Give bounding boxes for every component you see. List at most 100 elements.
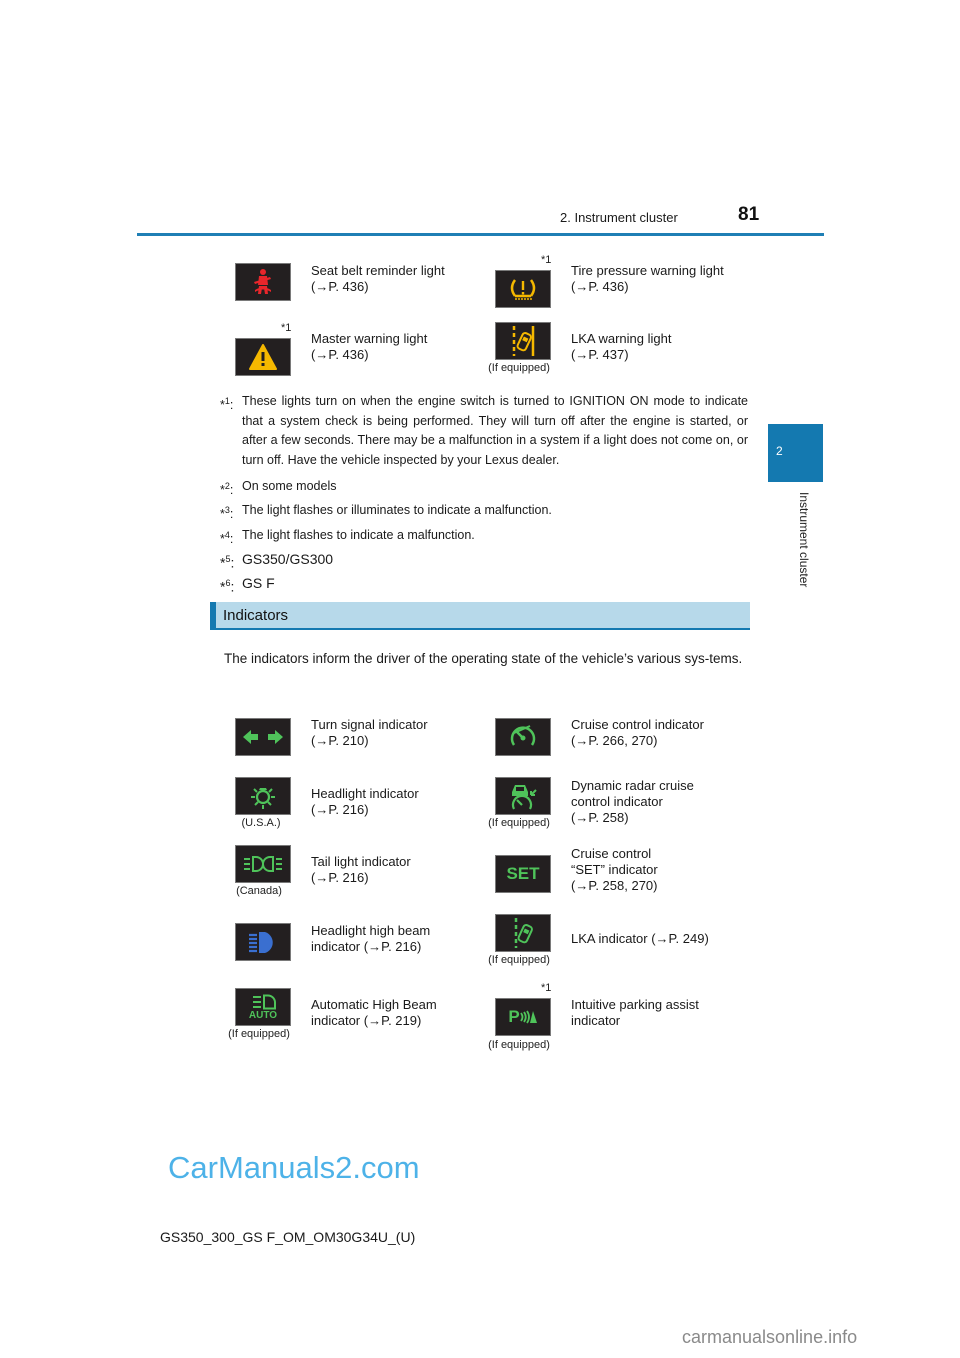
seat-belt-light-ref-link[interactable]: (→P. 436)	[311, 279, 445, 295]
auto-high-beam-caption: (If equipped)	[228, 1028, 290, 1040]
auto-high-beam-icon: AUTO	[235, 988, 291, 1026]
seat-belt-icon	[235, 263, 291, 301]
parking-assist-icon-text: P	[508, 1007, 520, 1026]
auto-high-beam-label-line-1: Automatic High Beam	[311, 997, 437, 1012]
footnote-marker: *1	[281, 322, 291, 334]
footnote-2-text: On some models	[242, 479, 337, 493]
tail-light-label: Tail light indicator	[311, 854, 411, 869]
parking-assist-label-line-1: Intuitive parking assist	[571, 997, 699, 1012]
cruise-control-label: Cruise control indicator	[571, 717, 704, 732]
tail-light-icon	[235, 845, 291, 883]
cruise-set-icon: SET	[495, 855, 551, 893]
headlight-label: Headlight indicator	[311, 786, 419, 801]
footnote-1-text: These lights turn on when the engine swi…	[242, 394, 748, 467]
footnote-6-text: GS F	[242, 575, 275, 592]
master-warning-light-desc: Master warning light (→P. 436)	[311, 331, 427, 363]
footnote-marker-text: *1	[281, 322, 292, 334]
auto-high-beam-icon-text: AUTO	[248, 1009, 278, 1021]
tire-pressure-light-label: Tire pressure warning light	[571, 263, 724, 278]
footnote-marker-text: *1	[541, 982, 552, 994]
lka-warning-light-ref-link[interactable]: (→P. 437)	[571, 347, 671, 363]
cruise-set-desc: Cruise control “SET” indicator (→P. 258,…	[571, 846, 658, 894]
footnote-6: *6: GS F	[220, 571, 748, 595]
footnote-4: *4: The light flashes to indicate a malf…	[220, 523, 748, 547]
turn-signal-icon	[235, 718, 291, 756]
footnote-4-text: The light flashes to indicate a malfunct…	[242, 527, 475, 542]
footnote-num: 6	[225, 578, 231, 589]
high-beam-desc: Headlight high beam indicator (→P. 216)	[311, 923, 430, 955]
footnote-num: 4	[224, 529, 230, 540]
tail-light-caption: (Canada)	[236, 885, 282, 897]
site-link[interactable]: carmanualsonline.info	[682, 1327, 857, 1348]
indicators-section-title: Indicators	[223, 607, 289, 624]
cruise-control-desc: Cruise control indicator (→P. 266, 270)	[571, 717, 704, 749]
footnote-num: 1	[224, 396, 230, 406]
tire-pressure-icon	[495, 270, 551, 308]
document-code: GS350_300_GS F_OM_OM30G34U_(U)	[160, 1229, 416, 1245]
dynamic-radar-label-line-1: Dynamic radar cruise	[571, 778, 694, 793]
master-warning-light-label: Master warning light	[311, 331, 428, 346]
footnote-5: *5: GS350/GS300	[220, 547, 748, 571]
seat-belt-light-label: Seat belt reminder light	[311, 263, 445, 278]
cruise-control-icon	[495, 718, 551, 756]
footnote-6-mark: *6:	[220, 578, 235, 595]
footnote-num: 2	[224, 481, 230, 491]
high-beam-icon	[235, 923, 291, 961]
turn-signal-desc: Turn signal indicator (→P. 210)	[311, 717, 428, 749]
parking-assist-icon: P	[495, 998, 551, 1036]
lka-indicator-label[interactable]: LKA indicator (→P. 249)	[571, 931, 709, 947]
lka-indicator-icon	[495, 914, 551, 952]
footnote-3: *3: The light flashes or illuminates to …	[220, 498, 748, 522]
footnotes-list: *1: These lights turn on when the engine…	[220, 392, 748, 595]
tire-pressure-light-desc: Tire pressure warning light (→P. 436)	[571, 263, 724, 295]
cruise-control-ref-link[interactable]: (→P. 266, 270)	[571, 733, 704, 749]
lka-warning-icon	[495, 322, 551, 360]
parking-assist-desc: Intuitive parking assist indicator	[571, 997, 699, 1029]
chapter-tab[interactable]: 2	[768, 424, 823, 482]
tail-light-desc: Tail light indicator (→P. 216)	[311, 854, 411, 886]
footnote-2: *2: On some models	[220, 474, 748, 498]
turn-signal-label: Turn signal indicator	[311, 717, 428, 732]
master-warning-light-ref-link[interactable]: (→P. 436)	[311, 347, 427, 363]
dynamic-radar-cruise-icon	[495, 777, 551, 815]
footnote-marker: *1	[541, 254, 551, 266]
cruise-set-label-line-1: Cruise control	[571, 846, 652, 861]
footnote-marker: *1	[541, 982, 551, 994]
high-beam-label-line-1: Headlight high beam	[311, 923, 431, 938]
cruise-set-ref-link[interactable]: (→P. 258, 270)	[571, 878, 658, 894]
turn-signal-ref-link[interactable]: (→P. 210)	[311, 733, 428, 749]
watermark-logo[interactable]: CarManuals2.com	[168, 1150, 420, 1186]
tire-pressure-light-ref-link[interactable]: (→P. 436)	[571, 279, 724, 295]
footnote-num: 3	[224, 505, 230, 516]
footnote-1-mark: *1:	[220, 396, 234, 413]
headlight-caption: (U.S.A.)	[241, 817, 281, 829]
parking-assist-glyph: P	[508, 1007, 537, 1027]
cruise-set-icon-text: SET	[506, 864, 540, 883]
headlight-desc: Headlight indicator (→P. 216)	[311, 786, 419, 818]
lka-warning-light-label: LKA warning light	[571, 331, 672, 346]
footnote-1: *1: These lights turn on when the engine…	[220, 392, 748, 470]
headlight-ref-link[interactable]: (→P. 216)	[311, 802, 419, 818]
page-number: 81	[738, 204, 760, 225]
headlight-icon	[235, 777, 291, 815]
dynamic-radar-label-line-2: control indicator	[571, 794, 663, 809]
lka-warning-light-desc: LKA warning light (→P. 437)	[571, 331, 671, 363]
footnote-num: 5	[225, 553, 231, 564]
lka-indicator-desc: LKA indicator (→P. 249)	[571, 931, 709, 947]
chapter-number: 2	[776, 444, 783, 458]
dynamic-radar-ref-link[interactable]: (→P. 258)	[571, 810, 694, 826]
header-divider	[137, 233, 824, 236]
auto-high-beam-desc: Automatic High Beam indicator (→P. 219)	[311, 997, 437, 1029]
section-title: 2. Instrument cluster	[560, 210, 678, 225]
cruise-set-label-line-2: “SET” indicator	[571, 862, 658, 877]
parking-assist-label-line-2: indicator	[571, 1013, 621, 1028]
auto-high-beam-glyph: AUTO	[248, 994, 278, 1021]
indicators-section-header: Indicators	[210, 602, 750, 630]
dynamic-radar-caption: (If equipped)	[488, 817, 550, 829]
tail-light-ref-link[interactable]: (→P. 216)	[311, 870, 411, 886]
auto-high-beam-ref-link[interactable]: indicator (→P. 219)	[311, 1013, 437, 1029]
indicators-intro: The indicators inform the driver of the …	[224, 651, 743, 666]
high-beam-ref-link[interactable]: indicator (→P. 216)	[311, 939, 430, 955]
lka-warning-caption: (If equipped)	[488, 362, 550, 374]
footnote-3-text: The light flashes or illuminates to indi…	[242, 503, 552, 518]
